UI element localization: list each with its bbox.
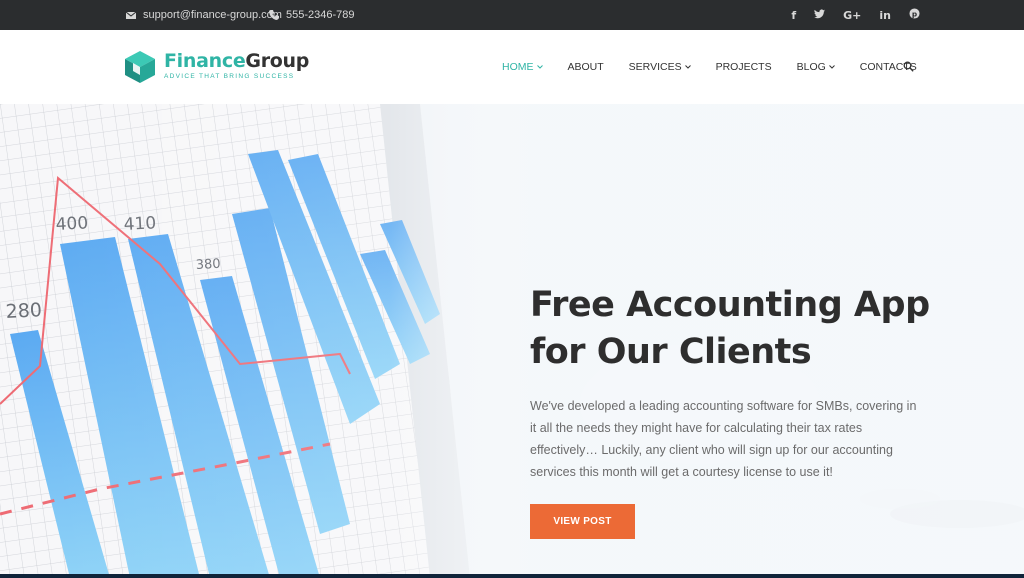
view-post-button[interactable]: VIEW POST [530, 504, 635, 539]
pinterest-icon[interactable]: p [909, 8, 920, 22]
twitter-icon[interactable] [814, 8, 826, 22]
nav-item-about[interactable]: ABOUT [568, 61, 604, 73]
google-plus-icon[interactable]: G+ [843, 9, 861, 22]
linkedin-icon[interactable]: in [879, 9, 891, 22]
top-bar: support@finance-group.com 555-2346-789 f… [0, 0, 1024, 30]
main-nav: HOME ABOUT SERVICES PROJECTS BLOG CONTAC… [502, 60, 942, 74]
bottom-edge-strip [0, 574, 1024, 578]
logo[interactable]: FinanceGroup ADVICE THAT BRING SUCCESS [124, 50, 309, 84]
hero-description: We've developed a leading accounting sof… [530, 399, 917, 479]
hero-title: Free Accounting App for Our Clients [530, 285, 930, 372]
nav-item-projects[interactable]: PROJECTS [716, 61, 772, 73]
facebook-icon[interactable]: f [791, 9, 796, 22]
phone-contact[interactable]: 555-2346-789 [268, 0, 355, 30]
chevron-down-icon [684, 65, 691, 69]
logo-tagline: ADVICE THAT BRING SUCCESS [164, 73, 295, 80]
site-header: FinanceGroup ADVICE THAT BRING SUCCESS H… [0, 30, 1024, 104]
svg-text:p: p [912, 9, 917, 18]
hero-slide: 400 410 380 280 Free Accounting App for … [0, 104, 1024, 578]
chevron-down-icon [536, 65, 543, 69]
mail-icon [125, 11, 137, 19]
nav-item-blog[interactable]: BLOG [797, 61, 835, 73]
phone-text[interactable]: 555-2346-789 [286, 9, 355, 21]
social-links: f G+ in p [791, 0, 920, 30]
email-text[interactable]: support@finance-group.com [143, 9, 282, 21]
logo-cube-icon [125, 51, 155, 83]
email-contact[interactable]: support@finance-group.com [125, 0, 282, 30]
nav-item-home[interactable]: HOME [502, 61, 543, 73]
chevron-down-icon [828, 65, 835, 69]
search-icon[interactable] [903, 61, 914, 72]
logo-name: FinanceGroup [164, 50, 310, 72]
phone-icon [269, 10, 279, 20]
nav-item-services[interactable]: SERVICES [629, 61, 691, 73]
